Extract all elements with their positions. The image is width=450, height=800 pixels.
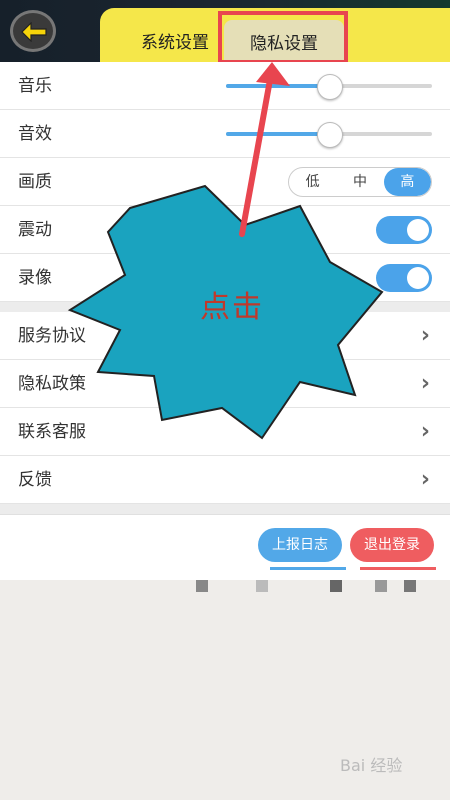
vibration-toggle[interactable] xyxy=(376,216,432,244)
highlight-box xyxy=(218,11,348,64)
sound-slider[interactable] xyxy=(226,122,432,148)
chevron-right-icon: › xyxy=(420,467,430,492)
setting-row-vibration: 震动 xyxy=(0,206,450,254)
setting-label-sound: 音效 xyxy=(18,124,52,144)
noise-square xyxy=(330,580,342,592)
pixel-noise xyxy=(0,580,450,600)
logout-button[interactable]: 退出登录 xyxy=(350,528,434,562)
button-underline xyxy=(360,567,436,570)
list-item-feedback[interactable]: 反馈 › xyxy=(0,456,450,504)
setting-row-sound: 音效 xyxy=(0,110,450,158)
toggle-knob xyxy=(407,267,429,289)
quality-option-low[interactable]: 低 xyxy=(289,168,336,196)
list-item-label: 联系客服 xyxy=(18,422,86,442)
chevron-right-icon: › xyxy=(420,371,430,396)
setting-label-music: 音乐 xyxy=(18,76,52,96)
list-item-privacy-policy[interactable]: 隐私政策 › xyxy=(0,360,450,408)
setting-label-vibration: 震动 xyxy=(18,220,52,240)
sound-slider-fill xyxy=(226,132,329,136)
setting-row-quality: 画质 低 中 高 xyxy=(0,158,450,206)
music-slider-knob[interactable] xyxy=(317,74,343,100)
setting-label-quality: 画质 xyxy=(18,172,52,192)
list-item-label: 隐私政策 xyxy=(18,374,86,394)
list-item-label: 反馈 xyxy=(18,470,52,490)
quality-selector: 低 中 高 xyxy=(288,167,432,197)
back-button[interactable] xyxy=(10,10,56,52)
upload-log-button[interactable]: 上报日志 xyxy=(258,528,342,562)
chevron-right-icon: › xyxy=(420,419,430,444)
quality-option-high[interactable]: 高 xyxy=(383,168,431,196)
chevron-right-icon: › xyxy=(420,323,430,348)
toggle-knob xyxy=(407,219,429,241)
setting-row-music: 音乐 xyxy=(0,62,450,110)
footer-actions: 上报日志 退出登录 xyxy=(0,514,450,580)
click-annotation-text: 点击 xyxy=(200,290,264,325)
sound-slider-knob[interactable] xyxy=(317,122,343,148)
tab-system-settings[interactable]: 系统设置 xyxy=(120,18,230,62)
noise-square xyxy=(256,580,268,592)
back-arrow-icon xyxy=(21,22,47,42)
quality-option-medium[interactable]: 中 xyxy=(336,168,383,196)
watermark: Bai 经验 xyxy=(340,756,403,775)
noise-square xyxy=(404,580,416,592)
setting-label-recording: 录像 xyxy=(18,268,52,288)
recording-toggle[interactable] xyxy=(376,264,432,292)
list-item-label: 服务协议 xyxy=(18,326,86,346)
noise-square xyxy=(375,580,387,592)
button-underline xyxy=(270,567,346,570)
music-slider[interactable] xyxy=(226,74,432,100)
noise-square xyxy=(196,580,208,592)
music-slider-fill xyxy=(226,84,329,88)
section-divider xyxy=(0,504,450,514)
list-item-contact-support[interactable]: 联系客服 › xyxy=(0,408,450,456)
